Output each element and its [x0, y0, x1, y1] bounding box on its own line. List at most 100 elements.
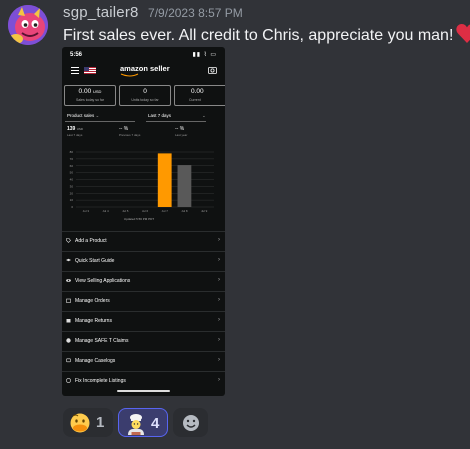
message-header: sgp_tailer8 7/9/2023 8:57 PM: [63, 4, 243, 22]
y-tick-label: 20: [70, 191, 74, 195]
chevron-right-icon: ›: [218, 277, 220, 283]
divider: [65, 121, 135, 122]
menu-item-label: View Selling Applications: [75, 278, 131, 284]
stat-label: Last 7 days: [67, 133, 83, 137]
menu-item[interactable]: Fix Incomplete Listings ›: [62, 371, 225, 391]
stat-label: Previous 7 days: [119, 133, 141, 137]
us-flag-icon[interactable]: [84, 67, 96, 74]
camera-icon[interactable]: [208, 66, 217, 74]
metric-value: 0.00: [191, 88, 204, 95]
user-avatar[interactable]: [8, 5, 48, 45]
amazon-smile-icon: [120, 73, 139, 77]
globe-icon: [66, 338, 71, 343]
metric-value: 0.00 USD: [78, 88, 102, 95]
metric-label: Current: [189, 98, 201, 102]
x-tick-label: Jul 3: [83, 209, 90, 213]
menu-item-label: Quick Start Guide: [75, 258, 115, 264]
metric-card-units[interactable]: 0 Units today so far: [119, 85, 171, 106]
reaction-count: 1: [96, 414, 105, 431]
stat-last-7-days: 139 USD: [67, 126, 84, 132]
menu-item[interactable]: View Selling Applications ›: [62, 271, 225, 291]
menu-item-label: Manage Orders: [75, 298, 110, 304]
x-tick-label: Jul 8: [181, 209, 188, 213]
x-tick-label: Jul 7: [162, 209, 169, 213]
y-tick-label: 30: [70, 184, 74, 188]
reaction-chef[interactable]: 4: [118, 408, 168, 437]
menu-item[interactable]: Manage Returns ›: [62, 311, 225, 331]
y-tick-label: 60: [70, 164, 74, 168]
bar[interactable]: [177, 165, 192, 207]
chef-icon: [128, 414, 144, 435]
bar[interactable]: [157, 153, 172, 207]
info-icon: [66, 378, 71, 383]
app-topbar: amazon seller: [62, 62, 225, 80]
x-tick-label: Jul 4: [102, 209, 109, 213]
menu-item[interactable]: Manage SAFE T Claims ›: [62, 331, 225, 351]
chevron-right-icon: ›: [218, 337, 220, 343]
menu-item-label: Manage SAFE T Claims: [75, 338, 129, 344]
y-tick-label: 40: [70, 178, 74, 182]
add-reaction-button[interactable]: [173, 408, 208, 437]
tag-icon: [66, 238, 71, 243]
chevron-right-icon: ›: [218, 297, 220, 303]
menu-item-label: Add a Product: [75, 238, 107, 244]
status-time: 5:56: [70, 52, 83, 58]
stat-previous: -- %: [119, 126, 129, 132]
chevron-down-icon[interactable]: ⌄: [202, 113, 206, 119]
stat-last-year: -- %: [175, 126, 185, 132]
return-box-icon: [66, 319, 71, 323]
updated-label: Updated 5:56 PM PDT: [124, 217, 154, 221]
menu-item[interactable]: Add a Product ›: [62, 231, 225, 251]
x-tick-label: Jul 9: [201, 209, 208, 213]
graduation-cap-icon: [66, 258, 71, 262]
chevron-right-icon: ›: [218, 357, 220, 363]
message-text: First sales ever. All credit to Chris, a…: [63, 24, 470, 48]
y-tick-label: 0: [71, 205, 73, 209]
pink-creature-avatar-icon: [8, 5, 48, 45]
seller-menu: Add a Product › Quick Start Guide › View Sel…: [62, 231, 225, 391]
menu-item-label: Manage Caselogs: [75, 358, 116, 364]
menu-item-label: Manage Returns: [75, 318, 112, 324]
date-range-dropdown[interactable]: Last 7 days: [148, 113, 171, 118]
red-heart-icon: [456, 24, 470, 48]
timestamp: 7/9/2023 8:57 PM: [148, 6, 243, 20]
metric-label: Units today so far: [131, 98, 159, 102]
chevron-right-icon: ›: [218, 317, 220, 323]
x-tick-label: Jul 6: [142, 209, 149, 213]
metric-card-sales[interactable]: 0.00 USD Sales today so far: [64, 85, 116, 106]
stat-label: Last year: [175, 133, 188, 137]
hamburger-menu-icon[interactable]: [71, 67, 79, 74]
divider: [146, 121, 206, 122]
product-sales-dropdown[interactable]: Product sales ⌄: [67, 113, 99, 119]
menu-item-label: Fix Incomplete Listings: [75, 378, 126, 384]
chevron-right-icon: ›: [218, 257, 220, 263]
menu-item[interactable]: Manage Orders ›: [62, 291, 225, 311]
chevron-right-icon: ›: [218, 377, 220, 383]
add-reaction-icon: [183, 415, 199, 431]
box-icon: [66, 298, 71, 303]
metric-label: Sales today so far: [75, 98, 104, 102]
face-with-hand-over-mouth-icon: [70, 413, 90, 433]
reaction-count: 4: [151, 415, 160, 432]
message-body: First sales ever. All credit to Chris, a…: [63, 27, 454, 44]
metric-card-current[interactable]: 0.00 Current: [174, 85, 225, 106]
status-icons: ▮▮ ⌇ ▭: [192, 52, 217, 58]
y-tick-label: 80: [70, 150, 74, 154]
username[interactable]: sgp_tailer8: [63, 4, 139, 21]
x-tick-label: Jul 5: [122, 209, 129, 213]
sales-bar-chart: 0 10 20 30 40 50 60 70 80 Jul 3 Jul 4 Jul 5 Jul 6 Jul…: [62, 147, 225, 227]
eye-icon: [66, 279, 71, 282]
menu-item[interactable]: Manage Caselogs ›: [62, 351, 225, 371]
chat-icon: [66, 358, 71, 363]
amazon-seller-logo: amazon seller: [120, 64, 170, 73]
reaction-face-with-hand-over-mouth[interactable]: 1: [63, 408, 113, 437]
y-tick-label: 70: [70, 157, 74, 161]
y-tick-label: 10: [70, 198, 74, 202]
metric-value: 0: [143, 88, 147, 95]
y-tick-label: 50: [70, 171, 74, 175]
menu-item[interactable]: Quick Start Guide ›: [62, 251, 225, 271]
chevron-right-icon: ›: [218, 237, 220, 243]
chart-canvas: 0 10 20 30 40 50 60 70 80 Jul 3 Jul 4 Jul 5 Jul 6 Jul…: [70, 150, 214, 221]
metrics-row: 0.00 USD Sales today so far 0 Units toda…: [62, 85, 225, 107]
attached-screenshot[interactable]: 5:56 ▮▮ ⌇ ▭ amazon seller 0.00 USD Sales…: [62, 47, 225, 396]
